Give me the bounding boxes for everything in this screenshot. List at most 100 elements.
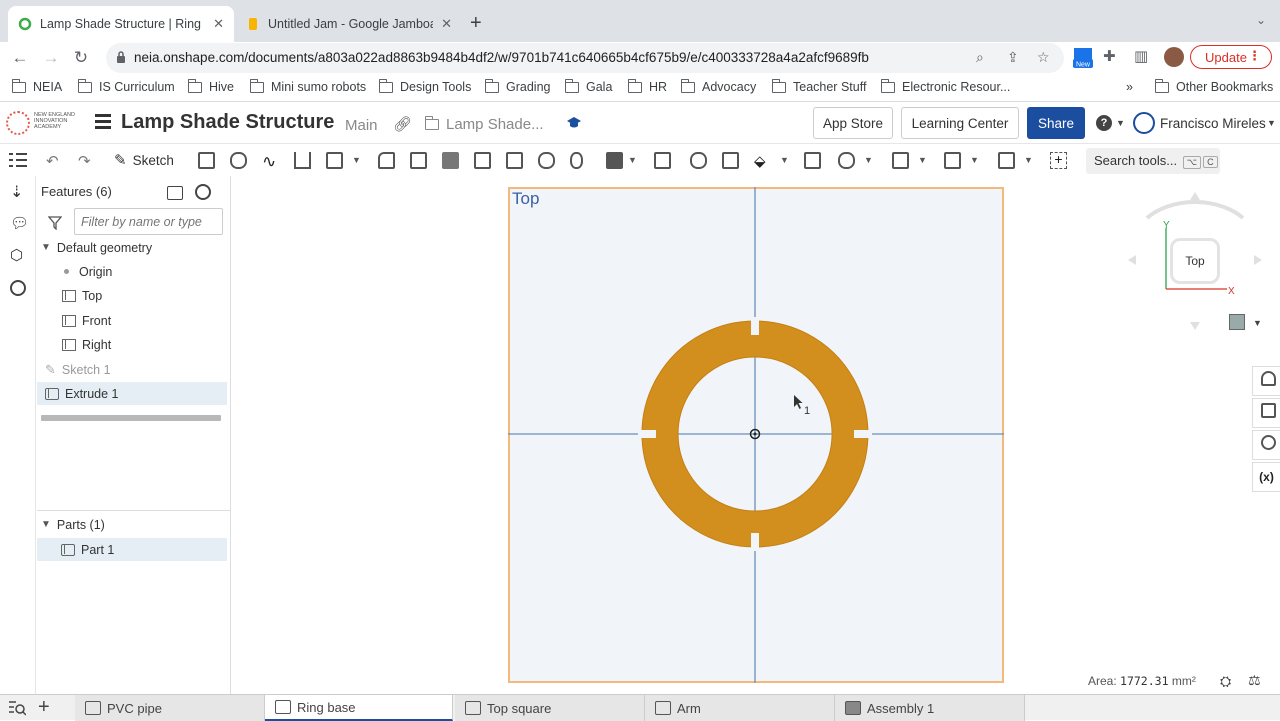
revolve-icon[interactable]	[230, 152, 247, 169]
bookmark-advocacy[interactable]: Advocacy	[680, 78, 756, 94]
graduation-cap-icon[interactable]	[566, 116, 582, 130]
bookmark-gala[interactable]: Gala	[564, 78, 612, 94]
chamfer-icon[interactable]	[410, 152, 427, 169]
add-element-button[interactable]: +	[38, 697, 50, 717]
redo-icon[interactable]: ↷	[78, 152, 95, 170]
tree-item-right-plane[interactable]: Right	[37, 333, 227, 356]
extensions-puzzle-icon[interactable]: ✚	[1103, 47, 1116, 65]
rotate-down-arrow-icon[interactable]	[1190, 322, 1200, 330]
modify-fillet-icon[interactable]	[838, 152, 855, 169]
bookmark-hive[interactable]: Hive	[187, 78, 234, 94]
more-bookmarks-icon[interactable]: »	[1126, 80, 1133, 94]
mass-properties-icon[interactable]	[1252, 430, 1280, 460]
mirror-icon[interactable]	[654, 152, 671, 169]
tree-item-origin[interactable]: Origin	[37, 260, 227, 283]
variables-icon[interactable]: (x)	[1252, 462, 1280, 492]
zoom-search-icon[interactable]: ⌕	[976, 49, 984, 66]
sheet-metal-icon[interactable]	[998, 152, 1015, 169]
tab-assembly-1[interactable]: Assembly 1	[835, 695, 1025, 721]
parts-list-icon[interactable]	[1252, 398, 1280, 428]
mate-connector-icon[interactable]	[944, 152, 961, 169]
view-options-cube-icon[interactable]	[1229, 314, 1245, 330]
hamburger-menu-icon[interactable]	[95, 114, 111, 129]
extrude-icon[interactable]	[198, 152, 215, 169]
fillet-icon[interactable]	[378, 152, 395, 169]
history-timer-icon[interactable]	[10, 280, 26, 296]
bookmark-mini-sumo[interactable]: Mini sumo robots	[249, 78, 366, 94]
chevron-down-icon[interactable]: ▼	[918, 155, 927, 165]
forward-arrow-icon[interactable]: →	[40, 47, 62, 69]
chevron-down-icon[interactable]: ▼	[970, 155, 979, 165]
tab-ring-base[interactable]: Ring base	[265, 695, 453, 721]
search-tools-input[interactable]: Search tools... ⌥ C	[1086, 148, 1220, 174]
help-icon[interactable]: ?	[1096, 115, 1112, 131]
undo-icon[interactable]: ↶	[46, 152, 63, 170]
transform-icon[interactable]: ⬙	[754, 152, 771, 170]
bookmark-design-tools[interactable]: Design Tools	[378, 78, 471, 94]
part-item-part-1[interactable]: Part 1	[37, 538, 227, 561]
comments-icon[interactable]: 💬︎	[10, 214, 29, 232]
user-avatar-icon[interactable]	[1133, 112, 1155, 134]
appearance-icon[interactable]	[1252, 366, 1280, 396]
thicken-icon[interactable]	[326, 152, 343, 169]
bookmark-hr[interactable]: HR	[627, 78, 667, 94]
bookmark-star-icon[interactable]: ☆	[1037, 49, 1050, 66]
bookmark-other[interactable]: Other Bookmarks	[1154, 78, 1273, 94]
feature-list-toggle-icon[interactable]	[8, 152, 27, 169]
boolean-icon[interactable]	[690, 152, 707, 169]
learning-center-button[interactable]: Learning Center	[901, 107, 1019, 139]
tree-item-top-plane[interactable]: Top	[37, 284, 227, 307]
balance-scale-icon[interactable]: ⚖	[1248, 672, 1261, 689]
chevron-down-icon[interactable]: ▼	[352, 155, 361, 165]
draft-icon[interactable]	[442, 152, 459, 169]
tree-item-front-plane[interactable]: Front	[37, 309, 227, 332]
bookmark-neia[interactable]: NEIA	[11, 78, 62, 94]
back-arrow-icon[interactable]: ←	[9, 47, 31, 69]
sketch-button[interactable]: ✎ Sketch	[114, 151, 174, 169]
instantiate-icon[interactable]: ⇣	[10, 182, 28, 201]
add-folder-icon[interactable]	[167, 186, 183, 200]
tab-search-chevron-icon[interactable]: ⌄	[1256, 13, 1266, 27]
link-icon[interactable]: 🔗︎	[393, 115, 412, 133]
user-name[interactable]: Francisco Mireles	[1160, 116, 1266, 131]
tree-item-sketch-1[interactable]: ✎ Sketch 1	[37, 358, 227, 381]
filter-input[interactable]	[74, 208, 223, 235]
rotate-arc-icon[interactable]	[1145, 200, 1245, 220]
tab-pvc-pipe[interactable]: PVC pipe	[75, 695, 265, 721]
user-chevron-down-icon[interactable]: ▼	[1267, 118, 1276, 128]
bookmark-teacher-stuff[interactable]: Teacher Stuff	[771, 78, 866, 94]
tree-item-extrude-1[interactable]: Extrude 1	[37, 382, 227, 405]
reload-icon[interactable]: ↻	[70, 47, 92, 69]
rotate-right-arrow-icon[interactable]	[1254, 255, 1262, 265]
new-tab-button[interactable]: +	[470, 12, 482, 35]
measure-icon[interactable]: ⛭	[1220, 673, 1231, 690]
loft-icon[interactable]	[294, 152, 311, 169]
rollback-bar[interactable]	[41, 415, 221, 421]
chevron-down-icon[interactable]: ▼	[1024, 155, 1033, 165]
address-bar[interactable]: neia.onshape.com/documents/a803a022ad886…	[106, 43, 1064, 73]
sweep-icon[interactable]: ∿	[262, 152, 279, 171]
view-options-chevron-icon[interactable]: ▼	[1253, 318, 1262, 328]
hole-icon[interactable]	[538, 152, 555, 169]
add-custom-feature-icon[interactable]: +	[1050, 152, 1067, 169]
folder-breadcrumb[interactable]: Lamp Shade...	[424, 116, 544, 133]
default-geometry-group[interactable]: ▼ Default geometry	[37, 236, 227, 259]
browser-tab-onshape[interactable]: Lamp Shade Structure | Ring b ✕	[8, 6, 234, 42]
plane-icon[interactable]	[892, 152, 909, 169]
rollback-timer-icon[interactable]	[195, 184, 211, 200]
close-tab-icon[interactable]: ✕	[441, 16, 452, 32]
update-button[interactable]: Update ⋮	[1190, 45, 1272, 69]
tab-arm[interactable]: Arm	[645, 695, 835, 721]
tab-search-icon[interactable]	[8, 699, 27, 717]
pattern-icon[interactable]	[606, 152, 623, 169]
filter-funnel-icon[interactable]	[48, 216, 62, 230]
chevron-down-icon[interactable]: ▼	[628, 155, 637, 165]
rotate-left-arrow-icon[interactable]	[1128, 255, 1136, 265]
ring-part-view[interactable]: 1	[508, 187, 1004, 683]
chevron-down-icon[interactable]: ▼	[780, 155, 789, 165]
branch-name[interactable]: Main	[345, 117, 378, 134]
chevron-down-icon[interactable]: ▼	[864, 155, 873, 165]
help-chevron-down-icon[interactable]: ▼	[1116, 118, 1125, 128]
side-panel-icon[interactable]: ▥	[1134, 47, 1148, 65]
delete-part-icon[interactable]	[804, 152, 821, 169]
